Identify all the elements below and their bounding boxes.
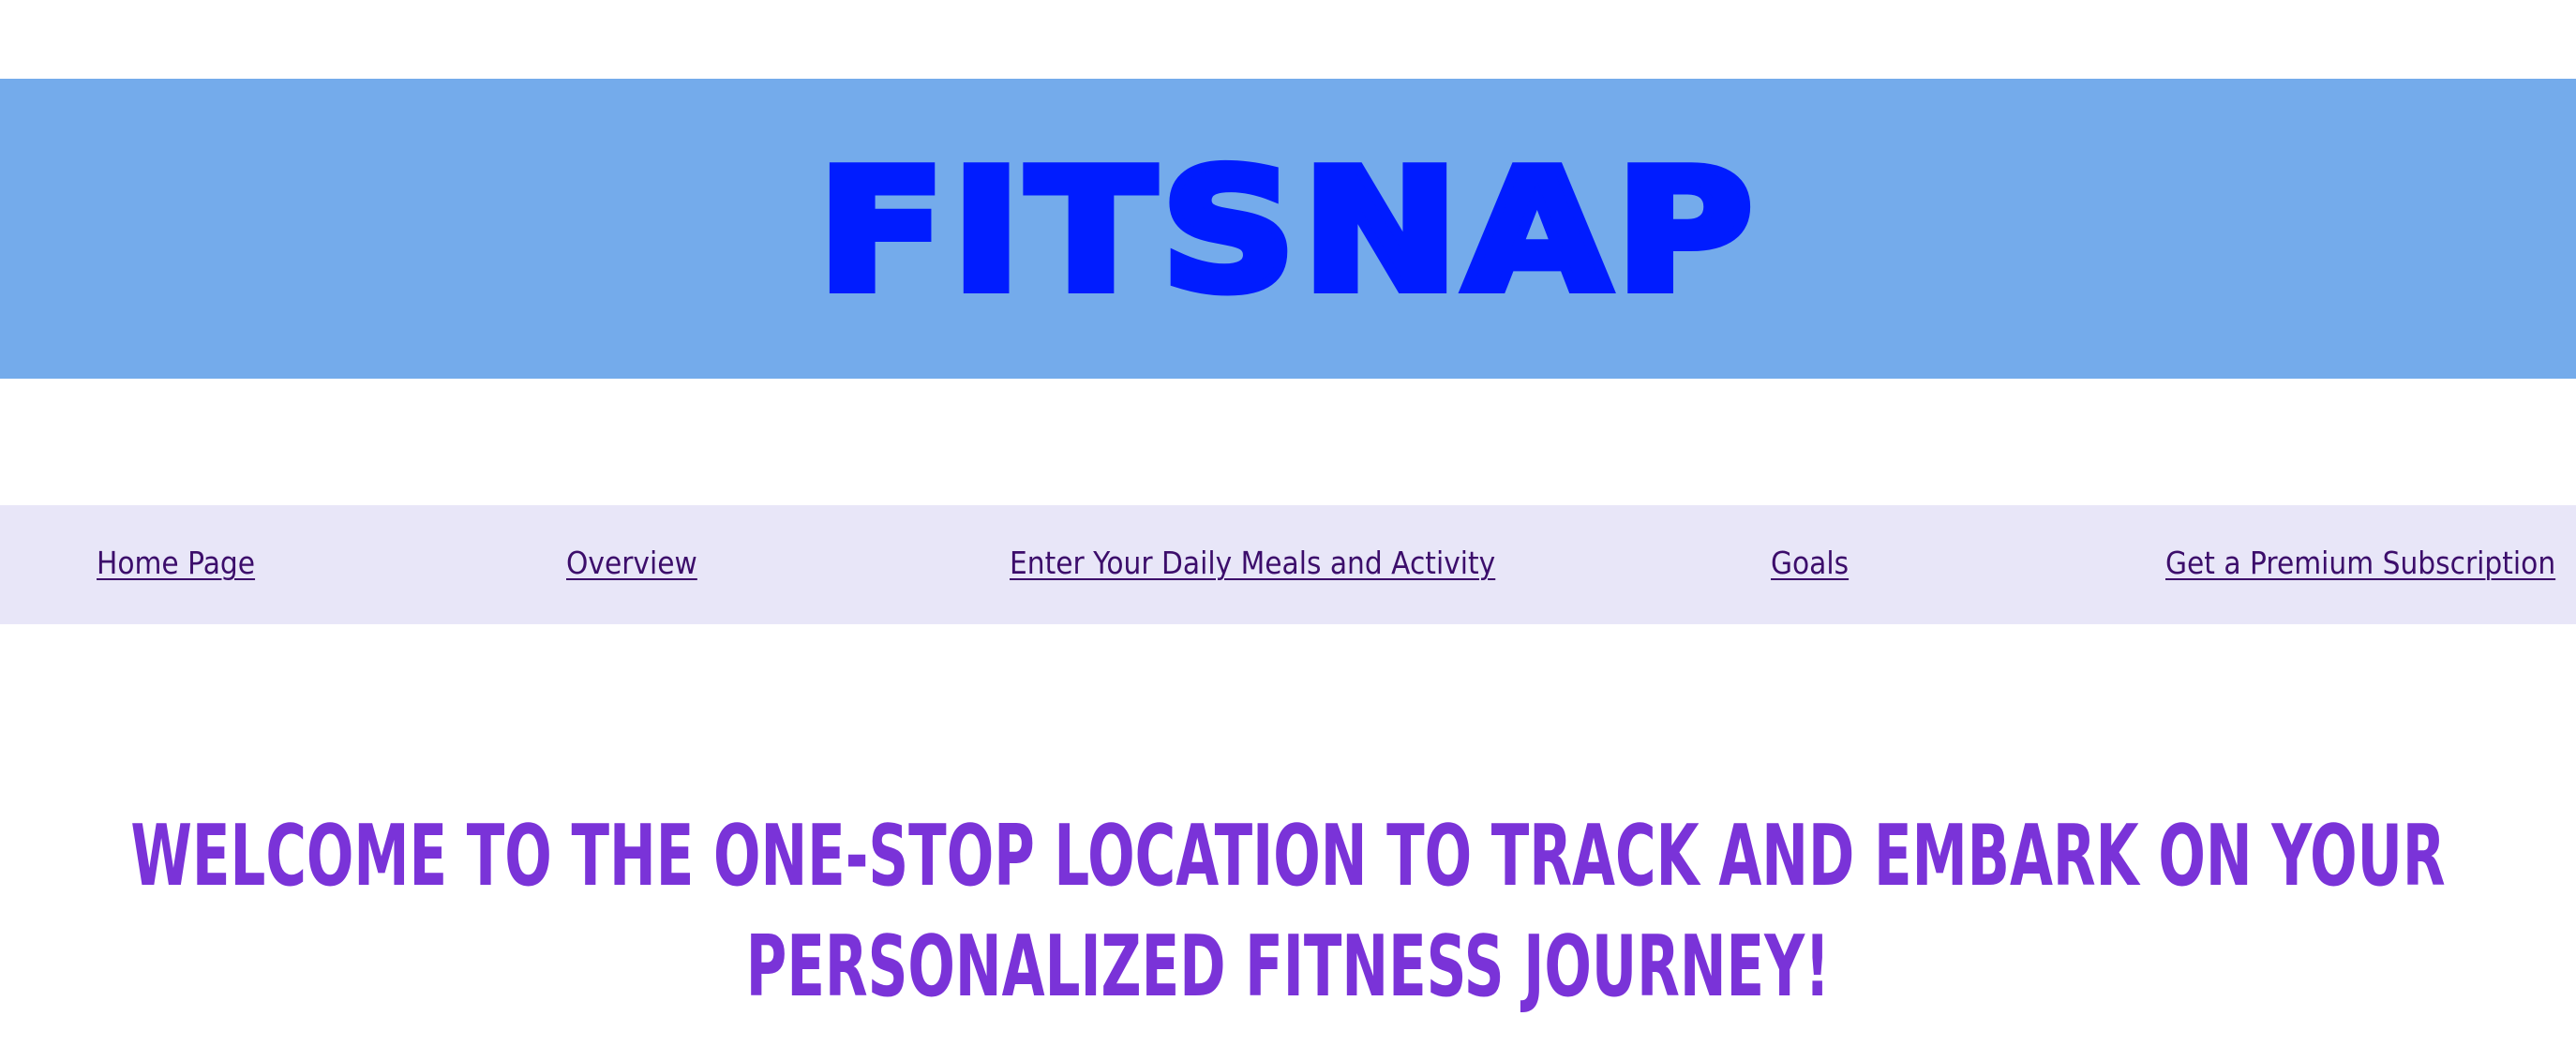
page: FITSNAP Home Page Overview Enter Your Da…: [0, 0, 2576, 1046]
nav-link-enter-meals-activity[interactable]: Enter Your Daily Meals and Activity: [1010, 545, 1495, 581]
welcome-heading-text: WELCOME TO THE ONE-STOP LOCATION TO TRAC…: [130, 807, 2446, 1017]
welcome-heading: WELCOME TO THE ONE-STOP LOCATION TO TRAC…: [37, 801, 2539, 1023]
header-banner: FITSNAP: [0, 79, 2576, 379]
nav-link-goals[interactable]: Goals: [1771, 545, 1849, 581]
nav-link-home-page[interactable]: Home Page: [97, 545, 255, 581]
site-logo[interactable]: FITSNAP: [812, 143, 1759, 320]
nav-link-premium-subscription[interactable]: Get a Premium Subscription: [2165, 545, 2555, 581]
nav-link-overview[interactable]: Overview: [566, 545, 697, 581]
main-nav: Home Page Overview Enter Your Daily Meal…: [0, 505, 2576, 624]
